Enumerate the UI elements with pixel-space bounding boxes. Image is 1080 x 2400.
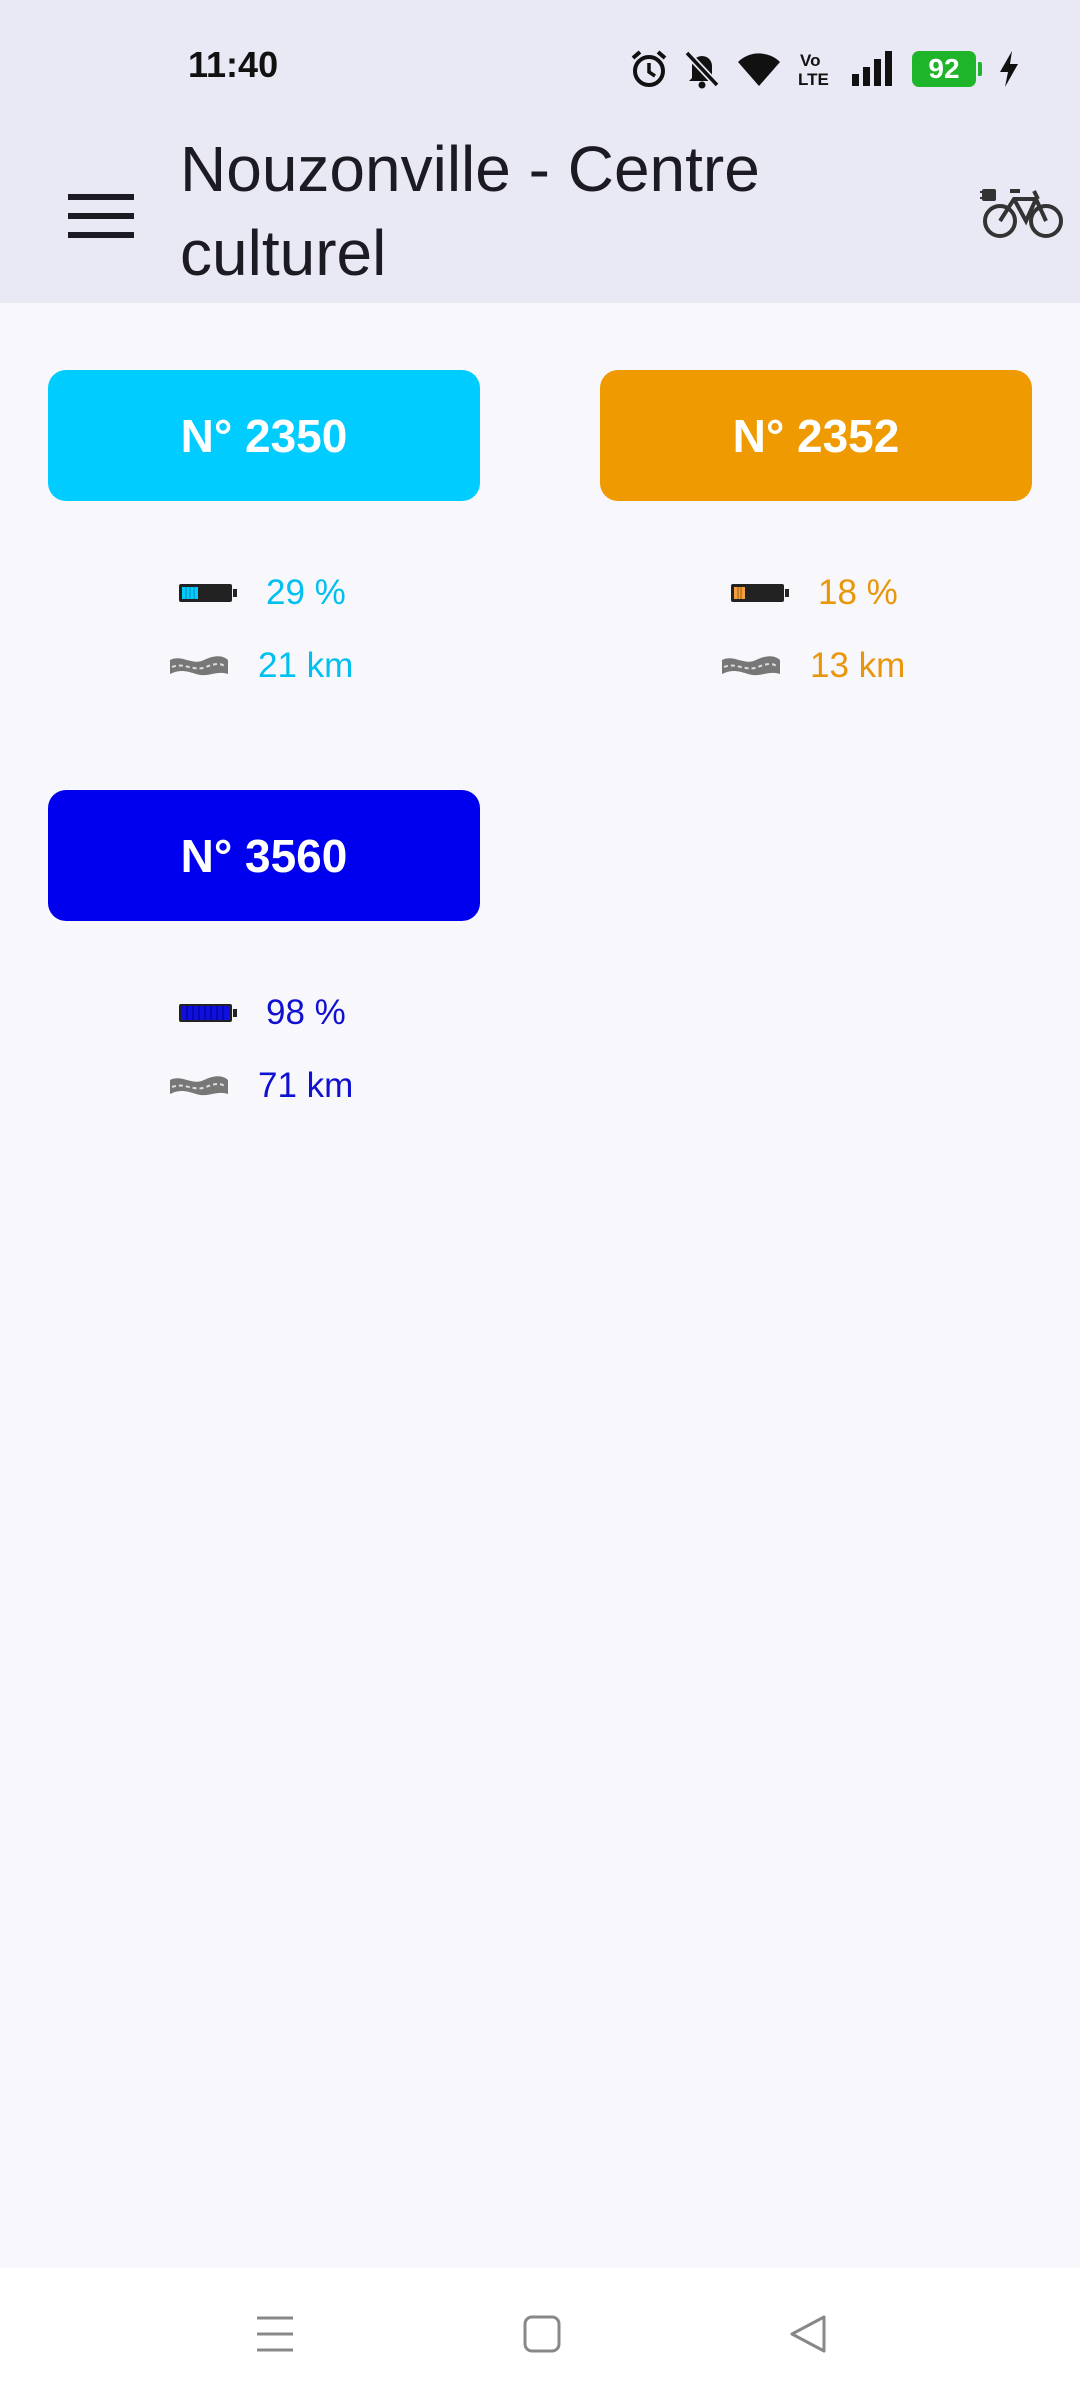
recents-button[interactable] <box>245 2304 305 2364</box>
volte-icon: Vo LTE <box>798 49 834 89</box>
svg-text:LTE: LTE <box>798 70 829 89</box>
battery-level-icon <box>179 1004 237 1022</box>
back-button[interactable] <box>778 2304 838 2364</box>
bike-card: N° 2350 29 % 21 km <box>48 370 480 685</box>
battery-percent: 18 % <box>818 573 898 612</box>
battery-percent: 29 % <box>266 573 346 612</box>
bike-card: N° 2352 18 % 13 km <box>600 370 1032 685</box>
status-bar: 11:40 Vo LTE 92 <box>0 0 1080 135</box>
bike-button-2350[interactable]: N° 2350 <box>48 370 480 501</box>
bike-card: N° 3560 98 % 71 km <box>48 790 480 1105</box>
range-metric: 13 km <box>720 646 905 686</box>
range-metric: 21 km <box>168 646 353 686</box>
recents-icon <box>257 2316 293 2352</box>
wifi-icon <box>736 50 782 88</box>
battery-icon: 92 <box>912 51 982 87</box>
bike-button-3560[interactable]: N° 3560 <box>48 790 480 921</box>
range-metric: 71 km <box>168 1066 353 1106</box>
battery-level-icon <box>731 584 789 602</box>
status-time: 11:40 <box>188 44 279 85</box>
hamburger-menu-icon <box>68 194 134 238</box>
alarm-icon <box>630 49 668 89</box>
signal-icon <box>850 50 896 88</box>
page-title: Nouzonville - Centre culturel <box>180 133 760 289</box>
bike-button-2352[interactable]: N° 2352 <box>600 370 1032 501</box>
app-bar: Nouzonville - Centre culturel <box>0 133 1080 303</box>
charging-bolt-icon <box>998 50 1020 88</box>
battery-metric: 18 % <box>730 573 898 613</box>
road-icon <box>722 656 780 676</box>
road-icon <box>170 1076 228 1096</box>
home-icon <box>523 2315 561 2353</box>
range-km: 13 km <box>810 646 906 685</box>
battery-metric: 98 % <box>178 993 346 1033</box>
electric-bike-button[interactable] <box>980 177 1066 247</box>
system-nav-bar <box>0 2268 1080 2400</box>
battery-level: 92 <box>928 53 960 84</box>
range-km: 71 km <box>258 1066 354 1105</box>
menu-button[interactable] <box>58 173 144 259</box>
back-icon <box>790 2315 826 2353</box>
status-icons: Vo LTE 92 <box>630 44 1020 94</box>
road-icon <box>170 656 228 676</box>
battery-percent: 98 % <box>266 993 346 1032</box>
battery-level-icon <box>179 584 237 602</box>
bell-muted-icon <box>684 49 720 89</box>
svg-text:Vo: Vo <box>800 51 820 70</box>
range-km: 21 km <box>258 646 354 685</box>
battery-metric: 29 % <box>178 573 346 613</box>
electric-bike-icon <box>980 189 1063 238</box>
home-button[interactable] <box>512 2304 572 2364</box>
